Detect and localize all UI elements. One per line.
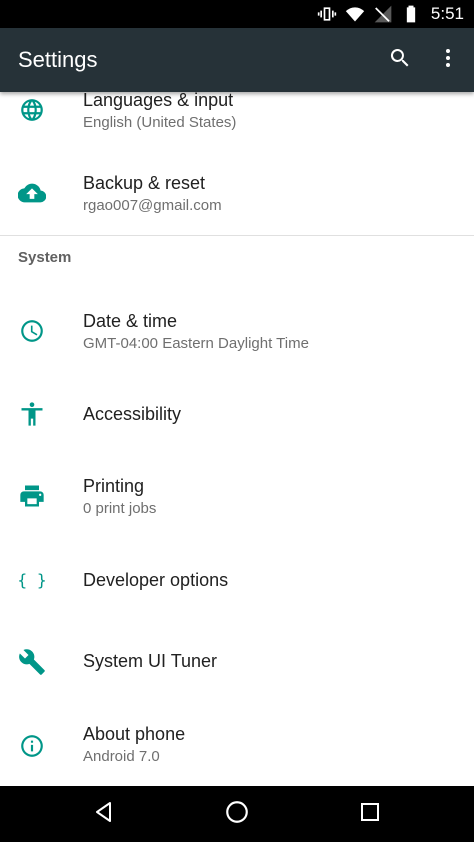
back-button[interactable] — [90, 800, 118, 828]
item-title: About phone — [83, 724, 186, 744]
item-subtitle: rgao007@gmail.com — [83, 197, 222, 214]
item-title: Accessibility — [83, 404, 182, 424]
settings-list: Languages & input English (United States… — [0, 92, 474, 786]
section-header-system: System — [18, 249, 72, 266]
search-icon — [388, 46, 412, 75]
list-item-printing[interactable]: Printing 0 print jobs — [0, 454, 474, 540]
printer-icon — [18, 482, 46, 510]
cloud-upload-icon — [18, 179, 46, 207]
battery-icon — [401, 4, 421, 24]
search-button[interactable] — [386, 46, 414, 74]
item-title: Languages & input — [83, 92, 234, 110]
wrench-icon — [18, 648, 46, 676]
recents-icon — [358, 800, 382, 829]
more-vert-icon — [436, 46, 460, 75]
status-bar: 5:51 — [0, 0, 474, 28]
item-title: Date & time — [83, 311, 178, 331]
list-item-accessibility[interactable]: Accessibility — [0, 374, 474, 454]
braces-icon: { } — [18, 566, 46, 594]
app-bar: Settings — [0, 28, 474, 92]
section-divider — [0, 235, 474, 236]
info-icon — [18, 732, 46, 760]
globe-icon — [18, 96, 46, 124]
recents-button[interactable] — [356, 800, 384, 828]
item-subtitle: Android 7.0 — [83, 748, 160, 765]
item-subtitle: GMT-04:00 Eastern Daylight Time — [83, 335, 309, 352]
clock-icon — [18, 317, 46, 345]
signal-off-icon — [373, 4, 393, 24]
clock-time: 5:51 — [430, 4, 464, 23]
item-subtitle: English (United States) — [83, 114, 237, 131]
list-item-backup-reset[interactable]: Backup & reset rgao007@gmail.com — [0, 154, 474, 234]
back-icon — [92, 800, 116, 829]
list-item-system-ui-tuner[interactable]: System UI Tuner — [0, 620, 474, 704]
item-title: Printing — [83, 476, 145, 496]
home-button[interactable] — [223, 800, 251, 828]
list-item-date-time[interactable]: Date & time GMT-04:00 Eastern Daylight T… — [0, 288, 474, 374]
more-options-button[interactable] — [436, 46, 460, 74]
wifi-icon — [345, 4, 365, 24]
svg-text:{ }: { } — [19, 570, 45, 589]
item-title: Developer options — [83, 570, 229, 590]
page-title: Settings — [18, 47, 98, 72]
home-icon — [224, 799, 250, 830]
navigation-bar — [0, 786, 474, 842]
item-title: Backup & reset — [83, 173, 206, 193]
vibrate-icon — [317, 4, 337, 24]
item-title: System UI Tuner — [83, 651, 218, 671]
list-item-about-phone[interactable]: About phone Android 7.0 — [0, 704, 474, 786]
accessibility-icon — [18, 400, 46, 428]
item-subtitle: 0 print jobs — [83, 500, 157, 517]
list-item-languages[interactable]: Languages & input English (United States… — [0, 92, 474, 150]
list-item-developer-options[interactable]: { } Developer options — [0, 540, 474, 620]
